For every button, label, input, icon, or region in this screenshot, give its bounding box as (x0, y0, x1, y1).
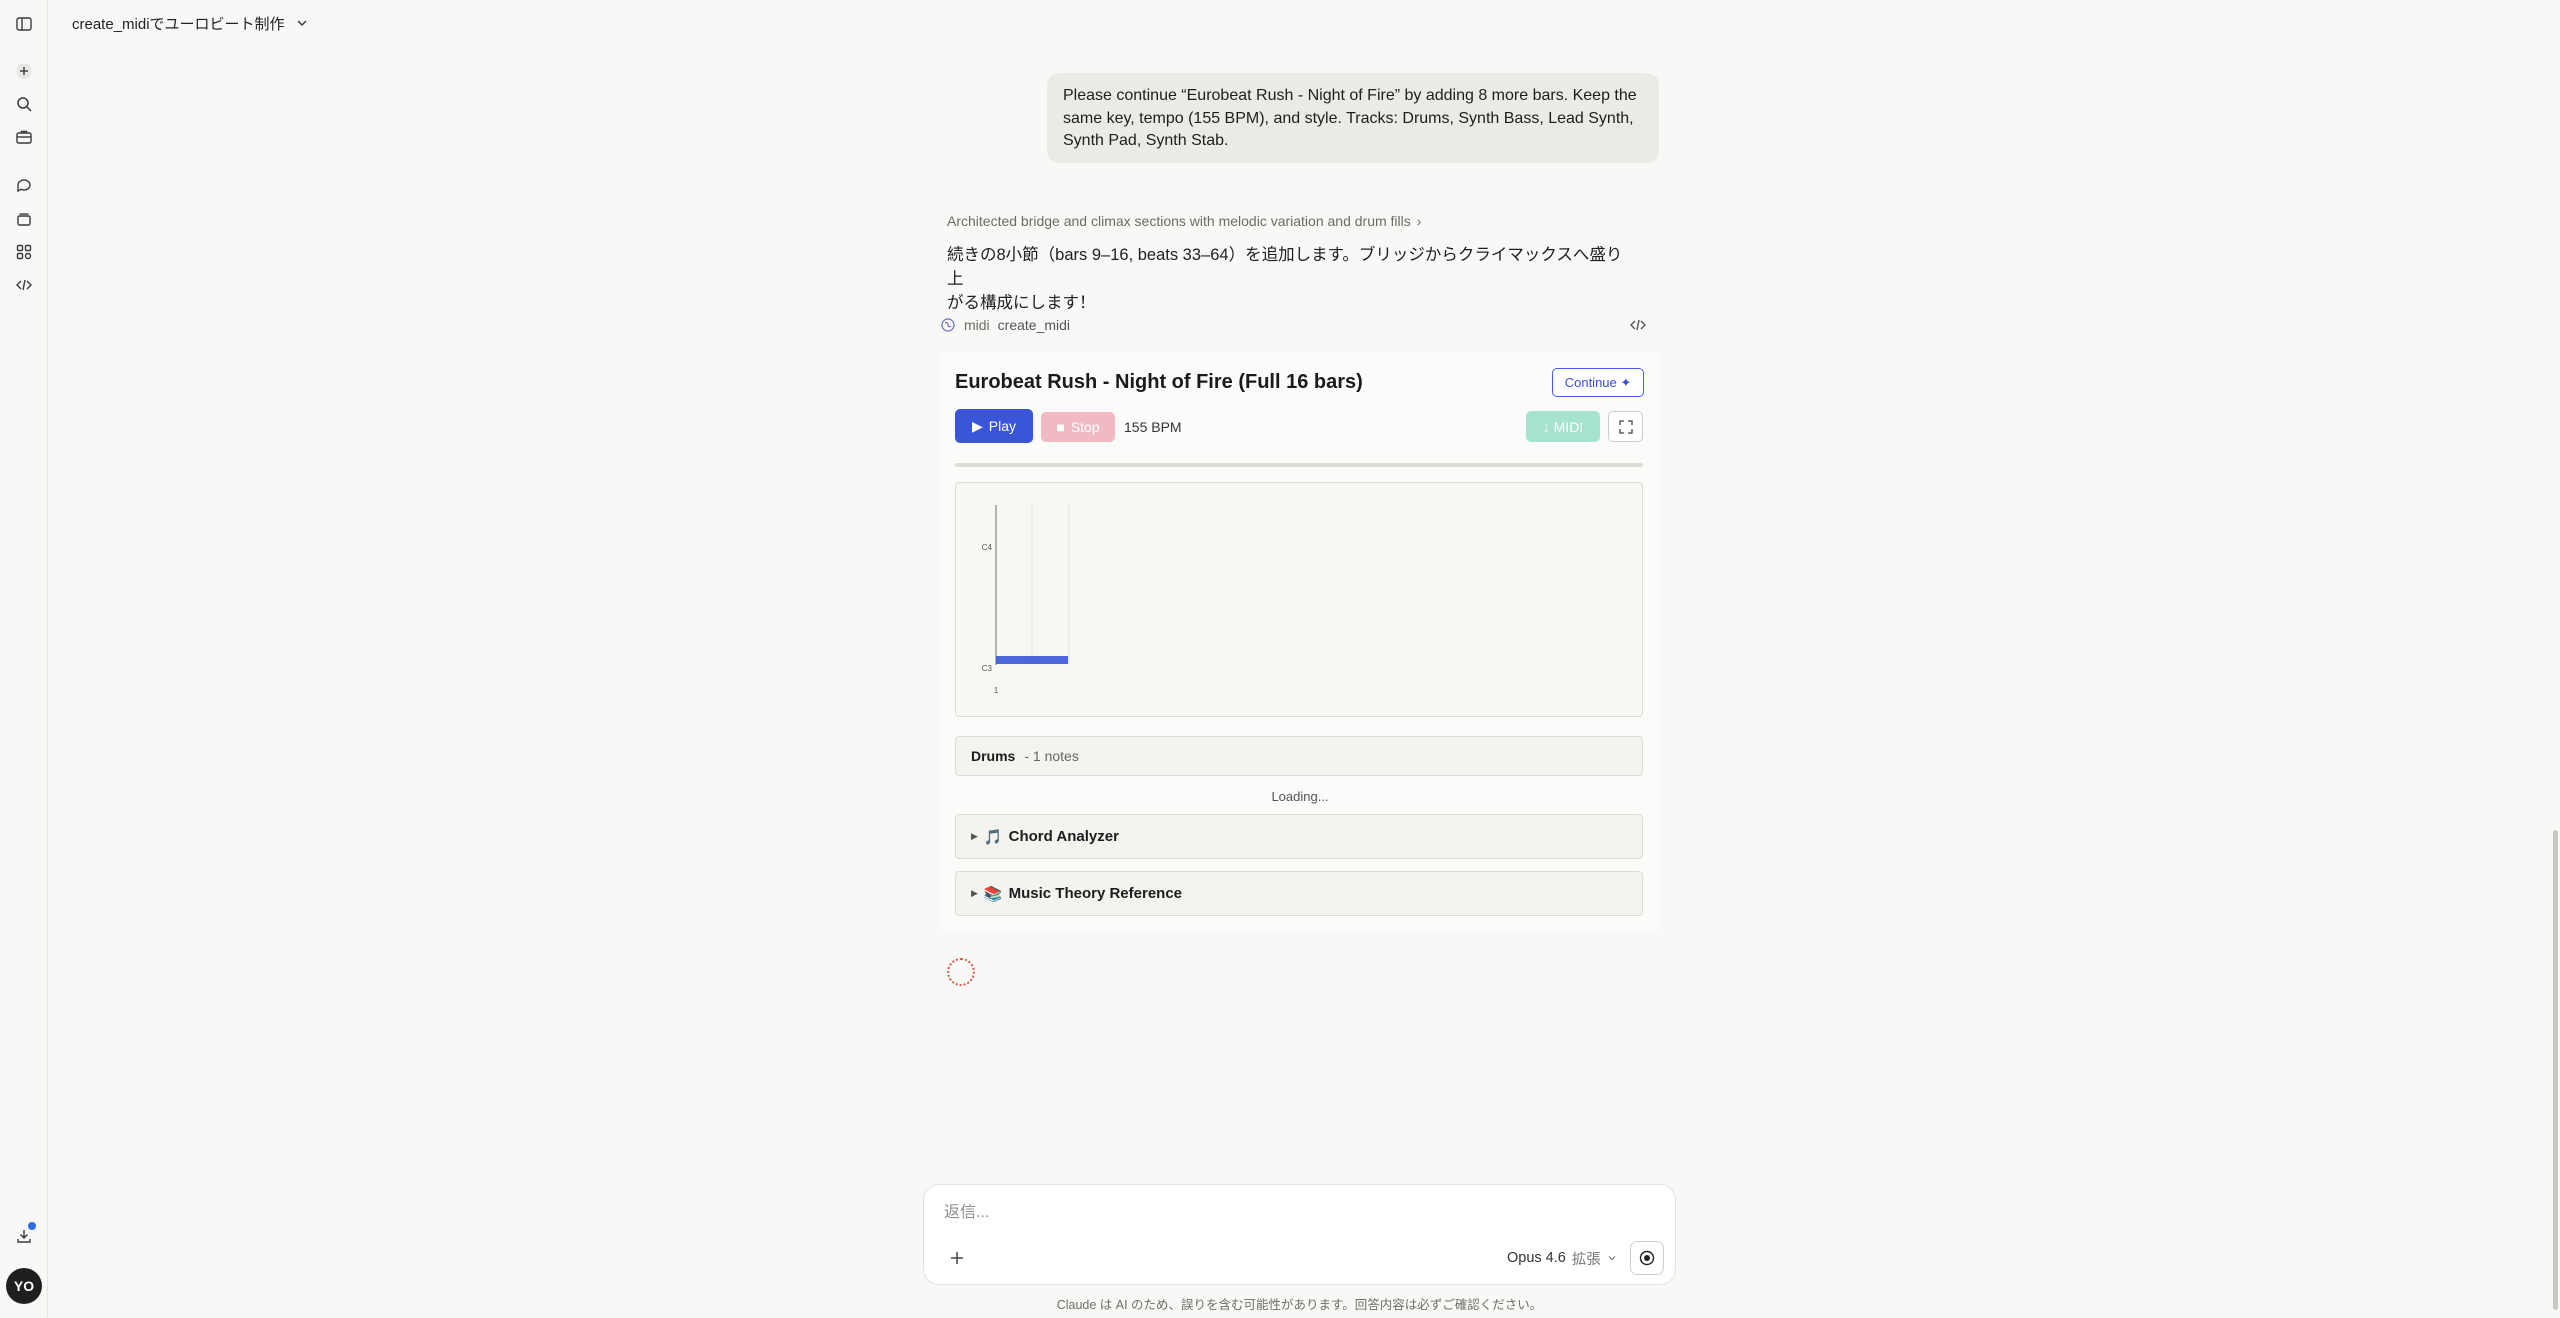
thinking-summary: Architected bridge and climax sections w… (947, 213, 1411, 229)
song-title: Eurobeat Rush - Night of Fire (Full 16 b… (955, 371, 1363, 393)
reply-line: がる構成にします！ (947, 294, 1096, 312)
code-view-icon[interactable] (1628, 315, 1648, 335)
left-rail: YO (0, 0, 48, 1318)
voice-icon (1639, 1250, 1655, 1266)
chevron-down-icon (297, 20, 307, 26)
loading-spinner-icon (947, 958, 975, 986)
pitch-label-c4: C4 (982, 543, 993, 552)
model-name: Opus 4.6 (1507, 1250, 1566, 1266)
reply-input[interactable] (944, 1204, 1644, 1222)
tool-call-header[interactable]: midi create_midi (940, 313, 1658, 337)
midi-note (996, 656, 1068, 664)
track-drums[interactable]: Drums - 1 notes (955, 736, 1643, 776)
stop-icon: ■ (1056, 419, 1065, 435)
playback-progress[interactable] (955, 463, 1643, 467)
stop-button[interactable]: ■ Stop (1041, 412, 1115, 442)
conversation-title-menu[interactable]: create_midiでユーロビート制作 (72, 12, 309, 34)
section-label: Chord Analyzer (1008, 828, 1119, 845)
section-icon: 🎵 (983, 828, 1003, 846)
notification-dot (28, 1222, 36, 1230)
fullscreen-button[interactable] (1608, 411, 1643, 442)
voice-mode-button[interactable] (1630, 1241, 1664, 1275)
search-icon[interactable] (12, 92, 36, 116)
track-name: Drums (971, 748, 1016, 764)
projects-icon[interactable] (12, 207, 36, 231)
assistant-reply: 続きの8小節（bars 9–16, beats 33–64）を追加します。ブリッ… (947, 243, 1627, 315)
disclaimer: Claude は AI のため、誤りを含む可能性があります。回答内容は必ずご確認… (1056, 1298, 1543, 1312)
message-composer: Opus 4.6 拡張 (923, 1184, 1676, 1285)
piano-roll: C4 C3 1 (955, 482, 1643, 717)
chevron-right-icon: › (1416, 213, 1422, 229)
stop-label: Stop (1070, 419, 1100, 435)
reply-line: 続きの8小節（bars 9–16, beats 33–64）を追加します。ブリッ… (947, 246, 1623, 288)
briefcase-icon[interactable] (12, 125, 36, 149)
expand-triangle-icon: ▶ (971, 831, 978, 841)
download-midi-button[interactable]: ↓ MIDI (1526, 411, 1600, 442)
model-selector[interactable]: Opus 4.6 拡張 (1507, 1245, 1617, 1271)
section-label: Music Theory Reference (1008, 885, 1183, 902)
play-label: Play (988, 418, 1016, 434)
sidebar-toggle-icon[interactable] (12, 12, 36, 36)
beat-label: 1 (994, 686, 999, 695)
user-message: Please continue “Eurobeat Rush - Night o… (1047, 73, 1659, 163)
continue-button[interactable]: Continue ✦ (1552, 368, 1644, 397)
midi-player-card: Eurobeat Rush - Night of Fire (Full 16 b… (940, 352, 1660, 932)
expand-triangle-icon: ▶ (971, 888, 978, 898)
tool-globe-icon (941, 318, 955, 332)
plus-icon (951, 1252, 963, 1264)
play-icon: ▶ (971, 417, 983, 434)
add-attachment-button[interactable] (944, 1245, 970, 1271)
new-chat-icon[interactable] (12, 59, 36, 83)
fullscreen-icon (1618, 419, 1633, 434)
tool-name: create_midi (997, 317, 1071, 333)
pitch-label-c3: C3 (982, 664, 993, 673)
thinking-summary-toggle[interactable]: Architected bridge and climax sections w… (947, 213, 1421, 229)
code-icon[interactable] (12, 273, 36, 297)
scrollbar-thumb[interactable] (2553, 830, 2558, 1310)
model-mode: 拡張 (1571, 1251, 1601, 1268)
tool-server: midi (964, 317, 990, 333)
conversation-title: create_midiでユーロビート制作 (72, 15, 285, 33)
chord-analyzer-section[interactable]: ▶ 🎵 Chord Analyzer (955, 814, 1643, 859)
chevron-down-icon (1608, 1256, 1616, 1261)
loading-text: Loading... (1271, 789, 1329, 804)
avatar[interactable]: YO (6, 1268, 42, 1304)
section-icon: 📚 (983, 885, 1003, 903)
play-button[interactable]: ▶ Play (955, 409, 1033, 443)
track-note-count: - 1 notes (1024, 748, 1079, 764)
chats-icon[interactable] (12, 174, 36, 198)
music-theory-section[interactable]: ▶ 📚 Music Theory Reference (955, 871, 1643, 916)
artifacts-icon[interactable] (12, 240, 36, 264)
tempo-label: 155 BPM (1124, 419, 1182, 435)
